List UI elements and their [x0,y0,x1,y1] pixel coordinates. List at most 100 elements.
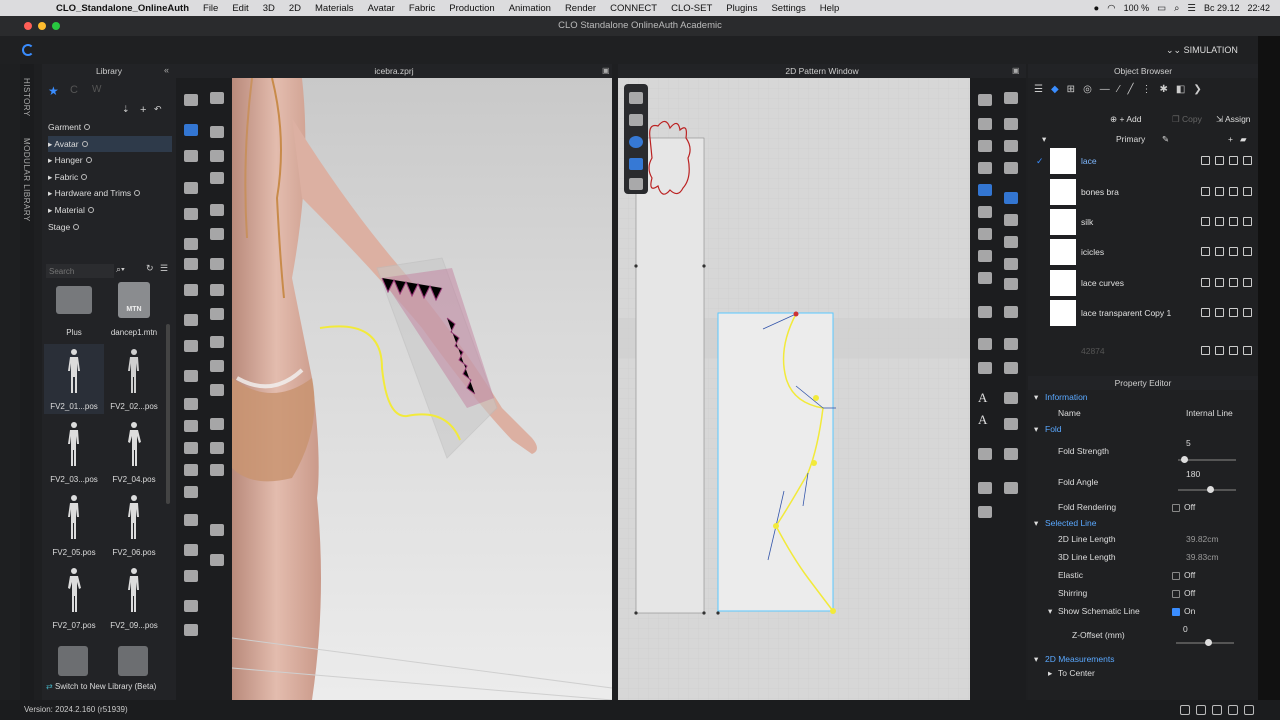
layer-icon[interactable] [210,524,224,536]
edit-pattern-icon[interactable] [978,94,992,106]
back-icon[interactable]: ↶ [154,104,162,115]
pin-tool-icon[interactable] [210,126,224,138]
scissor-icon[interactable] [184,370,198,382]
menu-production[interactable]: Production [449,3,494,14]
layout-grid-icon[interactable] [1244,705,1254,715]
delete-icon[interactable] [1243,308,1252,317]
calendar-icon[interactable] [1004,482,1018,494]
fold-tool-icon[interactable] [184,150,198,162]
library-thumb-fv2-03[interactable]: FV2_03...pos [44,417,104,487]
delete-icon[interactable] [1243,278,1252,287]
menu-plugins[interactable]: Plugins [726,3,757,14]
file-icon[interactable] [58,646,88,676]
menu-3d[interactable]: 3D [263,3,275,14]
menu-settings[interactable]: Settings [771,3,805,14]
trim-icon[interactable] [184,442,198,454]
delete-icon[interactable] [1243,247,1252,256]
library-thumb-dancep1[interactable]: MTN dancep1.mtn [104,282,164,352]
fold-arrange-icon[interactable] [978,184,992,196]
connect-icon[interactable]: W [92,84,101,95]
graphic-tab-icon[interactable]: ✱ [1160,84,1168,95]
lock-icon[interactable] [978,482,992,494]
pen-icon[interactable] [184,340,198,352]
copy-icon[interactable] [1215,247,1224,256]
name-value[interactable]: Internal Line [1186,408,1233,418]
download-icon[interactable] [1229,278,1238,287]
layout-3d-icon[interactable] [1212,705,1222,715]
history-tab[interactable]: HISTORY [22,78,31,117]
add-icon[interactable] [1201,247,1210,256]
info-icon[interactable] [629,136,643,148]
shirring-icon[interactable] [1004,214,1018,226]
library-thumb-fv2-06[interactable]: FV2_06.pos [104,490,164,560]
ellipse-icon[interactable] [978,140,992,152]
grid-tab-icon[interactable]: ⊞ [1067,84,1075,95]
add-folder-icon[interactable]: + [140,104,146,116]
add-icon[interactable] [1201,308,1210,317]
list-view-icon[interactable]: ☰ [160,263,168,274]
add-icon[interactable] [1201,278,1210,287]
stack-icon[interactable] [184,486,198,498]
add-icon[interactable] [1201,217,1210,226]
library-scrollbar[interactable] [166,324,170,504]
slider-knob[interactable] [1207,486,1214,493]
record-icon[interactable]: ● [1094,3,1100,14]
menu-animation[interactable]: Animation [509,3,551,14]
to-center-row[interactable]: ▸ To Center [1028,668,1258,684]
refresh-icon[interactable]: ↻ [146,263,154,274]
stitch-icon[interactable] [210,204,224,216]
curve-point-icon[interactable] [1004,140,1018,152]
collapse-library-icon[interactable]: « [164,65,169,75]
library-item-avatar[interactable]: ▸ Avatar [48,136,172,152]
fold-rendering-checkbox[interactable] [1172,503,1180,512]
copy-icon[interactable] [1215,308,1224,317]
rotate-icon[interactable] [184,398,198,410]
flip-icon[interactable] [978,306,992,318]
library-thumb-fv2-04[interactable]: FV2_04.pos [104,417,164,487]
fabric-item-lace[interactable]: ✓ lace [1036,148,1256,178]
stamp-icon[interactable] [978,506,992,518]
menu-file[interactable]: File [203,3,218,14]
tack-tool-icon[interactable] [210,150,224,162]
menu-connect[interactable]: CONNECT [610,3,657,14]
fabric-tab-icon[interactable]: ◆ [1051,84,1059,95]
menu-avatar[interactable]: Avatar [368,3,395,14]
mirror-icon[interactable] [978,338,992,350]
copy-icon[interactable] [1215,346,1224,355]
internal-line-icon[interactable] [978,162,992,174]
elastic-checkbox[interactable] [1172,571,1180,580]
library-item-material[interactable]: ▸ Material [48,202,172,218]
z-offset-input[interactable]: 0 [1183,624,1188,634]
viewport-3d[interactable] [232,78,612,700]
buttonhole-tab-icon[interactable]: — [1100,84,1110,95]
dart-icon[interactable] [1004,162,1018,174]
hanger-icon[interactable] [210,228,224,240]
library-item-hardware[interactable]: ▸ Hardware and Trims [48,185,172,201]
download-icon[interactable] [1229,247,1238,256]
menu-clo-set[interactable]: CLO-SET [671,3,712,14]
folder-icon[interactable]: ▰ [1240,134,1247,145]
polygon-icon[interactable] [978,118,992,130]
fold-angle-input[interactable]: 180 [1186,469,1200,479]
simulation-toggle[interactable]: ⌄⌄ SIMULATION [1166,45,1238,56]
battery-icon[interactable]: ▭ [1157,3,1166,14]
puckering-icon[interactable] [210,384,224,396]
fold-strength-slider[interactable] [1178,456,1236,463]
assign-fabric-button[interactable]: ⇲ Assign [1216,114,1251,125]
zoom-window-button[interactable] [52,22,60,30]
fold-angle-slider[interactable] [1178,486,1236,493]
layout-split-icon[interactable] [1196,705,1206,715]
layout-2d-icon[interactable] [1228,705,1238,715]
library-thumb-plus[interactable]: Plus [44,282,104,352]
more-tab-icon[interactable]: ❯ [1193,84,1201,95]
body-icon[interactable] [184,420,198,432]
copy-icon[interactable] [1215,278,1224,287]
shirring-checkbox[interactable] [1172,589,1180,598]
library-item-garment[interactable]: Garment [48,119,172,135]
pen-view-icon[interactable] [629,92,643,104]
fabric-item-extra[interactable]: 42874 [1036,338,1256,368]
zipper-icon[interactable] [210,284,224,296]
edit-fabric-icon[interactable] [1004,192,1018,204]
list-icon[interactable]: ☰ [1034,84,1043,95]
trace-icon[interactable] [184,258,198,270]
